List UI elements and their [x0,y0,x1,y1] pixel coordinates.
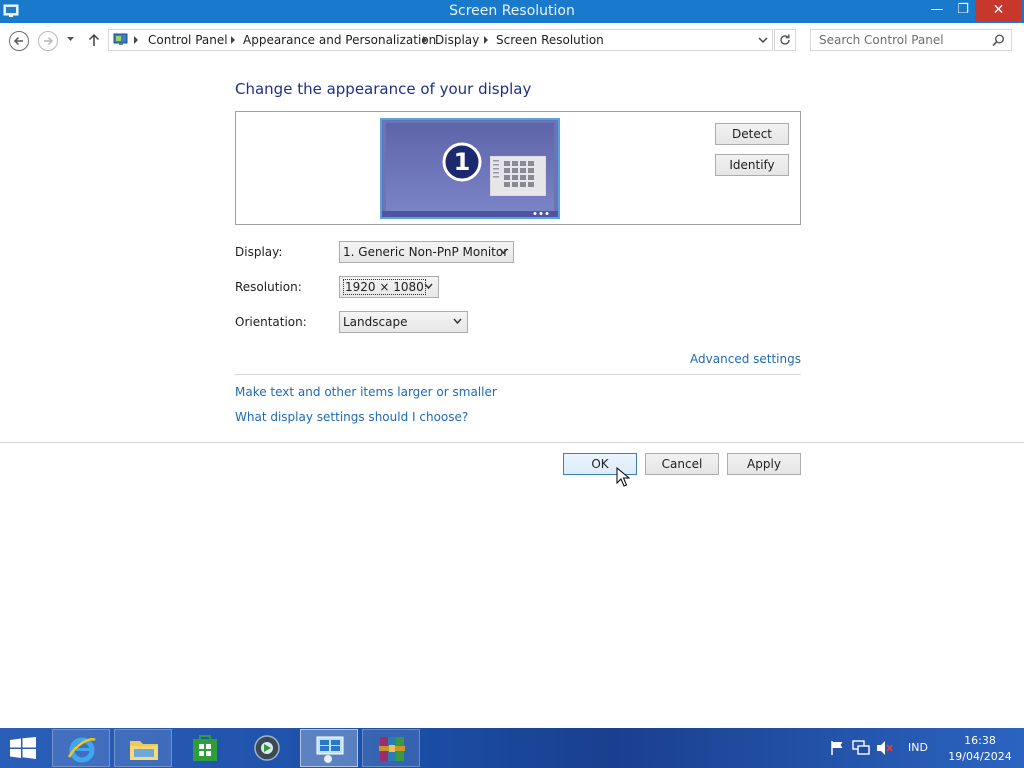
recent-locations-chevron-icon[interactable] [66,36,75,42]
back-button[interactable] [9,31,29,51]
address-bar[interactable]: Control Panel Appearance and Personaliza… [108,29,773,51]
mouse-cursor-icon [616,467,630,487]
window-title: Screen Resolution [449,3,575,19]
taskbar-file-explorer[interactable] [114,729,172,767]
display-select-value: 1. Generic Non-PnP Monitor [343,245,509,259]
control-panel-icon [113,33,128,45]
desktop-window-icon [490,156,546,196]
taskbar: IND 16:38 19/04/2024 [0,728,1024,768]
page-heading: Change the appearance of your display [235,80,532,98]
divider [235,374,801,375]
store-icon [193,735,217,761]
monitor-arrangement-panel: 1 Detect Identify [235,111,801,225]
detect-button[interactable]: Detect [715,123,789,145]
windows-start-icon[interactable] [8,737,38,759]
forward-arrow-icon [44,36,54,46]
maximize-button[interactable]: ❐ [950,0,976,21]
identify-button[interactable]: Identify [715,154,789,176]
breadcrumb-separator-icon [484,36,488,44]
clock-time: 16:38 [964,734,996,747]
forward-button[interactable] [38,31,58,51]
address-history-chevron-icon[interactable] [758,37,768,44]
volume-muted-icon[interactable] [876,740,894,756]
network-icon[interactable] [852,740,870,756]
chevron-down-icon [453,318,462,325]
control-panel-icon [316,736,344,763]
monitor-number-badge: 1 [442,142,482,182]
orientation-select[interactable]: Landscape [339,311,468,333]
back-arrow-icon [13,36,23,46]
input-language-indicator[interactable]: IND [908,741,928,754]
search-icon[interactable] [992,34,1005,47]
file-explorer-icon [130,741,158,760]
display-help-link[interactable]: What display settings should I choose? [235,410,468,424]
chevron-down-icon [424,283,433,290]
orientation-select-value: Landscape [343,315,408,329]
footer-divider [0,442,1024,443]
refresh-button[interactable] [774,29,796,51]
svg-text:1: 1 [454,148,471,176]
title-bar: Screen Resolution — ❐ ✕ [0,0,1024,23]
clock-date: 19/04/2024 [948,750,1012,763]
winrar-icon [379,737,405,761]
search-input[interactable] [811,30,989,50]
resolution-select[interactable]: 1920 × 1080 [339,276,439,298]
taskbar-control-panel[interactable] [300,729,358,767]
breadcrumb-separator-icon [231,36,235,44]
advanced-settings-link[interactable]: Advanced settings [690,352,801,366]
close-button[interactable]: ✕ [975,0,1022,21]
search-box[interactable] [810,29,1012,51]
apply-button[interactable]: Apply [727,453,801,475]
taskbar-store[interactable] [176,729,234,767]
taskbar-winrar[interactable] [362,729,420,767]
breadcrumb-display[interactable]: Display [435,33,479,47]
minimize-button[interactable]: — [924,0,950,21]
refresh-icon [780,34,790,45]
display-label: Display: [235,245,283,259]
action-center-flag-icon[interactable] [829,740,845,756]
up-arrow-icon[interactable] [88,33,100,47]
media-center-icon [254,735,280,761]
breadcrumb-separator-icon [134,36,138,44]
breadcrumb-control-panel[interactable]: Control Panel [148,33,228,47]
breadcrumb-appearance[interactable]: Appearance and Personalization [243,33,436,47]
monitor-1-preview[interactable]: 1 [380,118,560,219]
taskbar-internet-explorer[interactable] [52,729,110,767]
display-select[interactable]: 1. Generic Non-PnP Monitor [339,241,514,263]
breadcrumb-screen-resolution[interactable]: Screen Resolution [496,33,604,47]
taskbar-media-center[interactable] [238,729,296,767]
internet-explorer-icon [67,737,96,763]
orientation-label: Orientation: [235,315,307,329]
clock[interactable]: 16:38 19/04/2024 [940,733,1020,765]
chevron-down-icon [499,248,508,255]
resolution-select-value: 1920 × 1080 [343,279,426,295]
cancel-button[interactable]: Cancel [645,453,719,475]
resolution-label: Resolution: [235,280,302,294]
text-size-link[interactable]: Make text and other items larger or smal… [235,385,497,399]
breadcrumb-separator-icon [423,36,427,44]
monitor-tray-dots-icon [533,212,549,215]
